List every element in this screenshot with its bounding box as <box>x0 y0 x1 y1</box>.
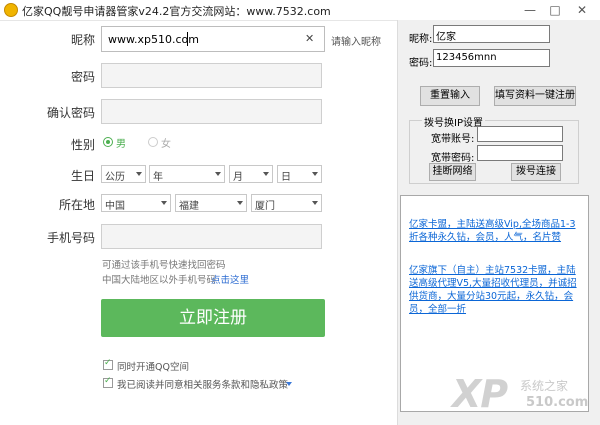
nickname-input[interactable]: www.xp510.com ✕ <box>101 26 325 52</box>
day-select[interactable]: 日 <box>277 165 322 183</box>
panel-pwd-input[interactable]: 123456mnn <box>433 49 550 67</box>
chevron-down-icon <box>161 201 167 205</box>
calendar-select[interactable]: 公历 <box>101 165 146 183</box>
dial-connect-button[interactable]: 拨号连接 <box>511 163 561 181</box>
chevron-down-icon <box>312 172 318 176</box>
phone-hint: 可通过该手机号快速找回密码 <box>102 260 226 271</box>
maximize-button[interactable]: □ <box>541 0 569 20</box>
nickname-hint: 请输入昵称 <box>331 37 381 48</box>
year-value: 年 <box>153 172 163 183</box>
ad-link-1[interactable]: 亿家卡盟，主陆送高级Vip,全场商品1-3折各种永久钻，会员，人气，名片赞 <box>409 218 579 244</box>
broadband-account-input[interactable] <box>477 126 563 142</box>
province-select[interactable]: 福建 <box>175 194 247 212</box>
watermark-logo: XP <box>452 372 508 416</box>
gender-label: 性别 <box>70 138 95 152</box>
phone-label: 手机号码 <box>46 231 95 245</box>
one-click-register-button[interactable]: 填写资料一键注册 <box>494 86 576 106</box>
dial-ip-group-title: 拨号换IP设置 <box>422 114 485 129</box>
phone-hint-abroad: 中国大陆地区以外手机号码 <box>102 275 217 286</box>
phone-input[interactable] <box>101 224 322 249</box>
qzone-checkbox[interactable] <box>103 358 113 370</box>
panel-nick-value: 亿家 <box>436 32 456 43</box>
password-label: 密码 <box>70 70 95 84</box>
register-button[interactable]: 立即注册 <box>101 299 325 337</box>
panel-nick-input[interactable]: 亿家 <box>433 25 550 43</box>
confirm-password-label: 确认密码 <box>46 106 95 120</box>
gender-male-radio[interactable] <box>103 137 113 147</box>
broadband-account-label: 宽带账号: <box>431 134 475 145</box>
day-value: 日 <box>281 172 291 183</box>
ad-link-2[interactable]: 亿家旗下（自主）主站7532卡盟，主陆送高级代理V5,大量招收代理员，并诚招供货… <box>409 264 579 316</box>
confirm-password-input[interactable] <box>101 99 322 124</box>
country-value: 中国 <box>105 201 125 212</box>
broadband-password-input[interactable] <box>477 145 563 161</box>
app-icon <box>4 3 18 17</box>
clear-icon[interactable]: ✕ <box>305 32 314 45</box>
watermark-subtitle: 系统之家 <box>520 379 569 393</box>
panel-nick-label: 昵称: <box>409 34 433 45</box>
chevron-down-icon[interactable] <box>286 382 292 386</box>
broadband-password-label: 宽带密码: <box>431 153 475 164</box>
location-label: 所在地 <box>58 198 95 212</box>
city-value: 厦门 <box>255 201 275 212</box>
title-bar: 亿家QQ靓号申请器管家v24.2官方交流网站：www.7532.com — □ … <box>0 0 600 21</box>
country-select[interactable]: 中国 <box>101 194 171 212</box>
month-select[interactable]: 月 <box>229 165 273 183</box>
chevron-down-icon <box>215 172 221 176</box>
window-title: 亿家QQ靓号申请器管家v24.2官方交流网站：www.7532.com <box>22 5 331 18</box>
nickname-value: www.xp510.com <box>108 33 199 46</box>
click-here-link[interactable]: 点击这里 <box>211 272 249 286</box>
qzone-label: 同时开通QQ空间 <box>117 362 189 373</box>
close-button[interactable]: ✕ <box>568 0 596 20</box>
month-value: 月 <box>233 172 243 183</box>
gender-female-label: 女 <box>161 139 171 150</box>
year-select[interactable]: 年 <box>149 165 225 183</box>
gender-male-label: 男 <box>116 139 126 150</box>
chevron-down-icon <box>312 201 318 205</box>
nickname-label: 昵称 <box>70 33 95 47</box>
birthday-label: 生日 <box>70 169 95 183</box>
panel-pwd-value: 123456mnn <box>436 52 497 63</box>
panel-pwd-label: 密码: <box>409 58 433 69</box>
agree-label: 我已阅读并同意相关服务条款和隐私政策 <box>117 380 289 391</box>
text-cursor <box>187 32 188 46</box>
chevron-down-icon <box>263 172 269 176</box>
watermark-domain: 510.com <box>526 395 589 410</box>
calendar-value: 公历 <box>105 172 125 183</box>
hangup-button[interactable]: 挂断网络 <box>429 163 476 181</box>
agree-checkbox[interactable] <box>103 376 113 388</box>
minimize-button[interactable]: — <box>516 0 544 20</box>
reset-button[interactable]: 重置输入 <box>420 86 480 106</box>
password-input[interactable] <box>101 63 322 88</box>
chevron-down-icon <box>237 201 243 205</box>
city-select[interactable]: 厦门 <box>251 194 322 212</box>
province-value: 福建 <box>179 201 199 212</box>
chevron-down-icon <box>136 172 142 176</box>
gender-female-radio[interactable] <box>148 137 158 147</box>
